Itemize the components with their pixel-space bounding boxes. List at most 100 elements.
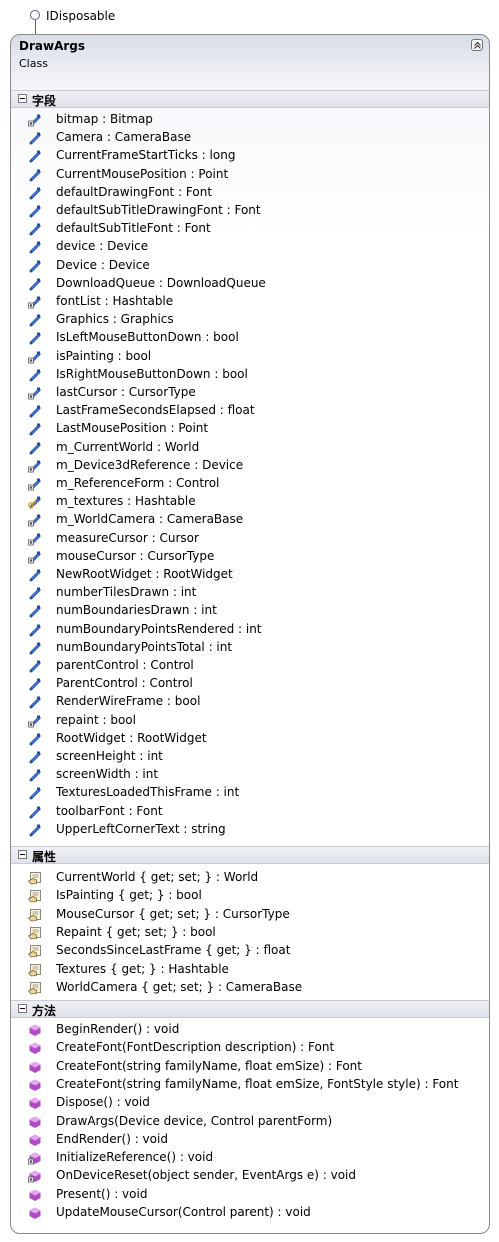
private-field-icon xyxy=(28,386,42,400)
protected-field-icon xyxy=(28,495,42,509)
class-shape[interactable]: DrawArgs Class 字段 bitmap : Bitmap Camera :… xyxy=(10,34,490,1234)
public-field-icon xyxy=(28,331,42,345)
property-label: SecondsSinceLastFrame { get; } : float xyxy=(56,943,291,958)
property-label: Repaint { get; set; } : bool xyxy=(56,924,216,939)
public-field-icon xyxy=(28,586,42,600)
public-field-icon xyxy=(28,368,42,382)
method-label: DrawArgs(Device device, Control parentFo… xyxy=(56,1113,333,1128)
private-field-icon xyxy=(28,477,42,491)
field-label: Graphics : Graphics xyxy=(56,312,174,327)
section-title: 方法 xyxy=(32,1004,57,1018)
public-field-icon xyxy=(28,186,42,200)
public-field-icon xyxy=(28,149,42,163)
collapse-chevron-icon[interactable] xyxy=(471,39,483,51)
private-field-icon xyxy=(28,532,42,546)
field-label: defaultDrawingFont : Font xyxy=(56,184,213,199)
private-method-icon xyxy=(28,1151,42,1165)
method-label: CreateFont(string familyName, float emSi… xyxy=(56,1076,459,1091)
interface-circle-icon xyxy=(30,10,40,20)
property-icon xyxy=(27,926,42,940)
field-label: RenderWireFrame : bool xyxy=(56,694,201,709)
property-icon xyxy=(27,889,42,903)
method-label: CreateFont(string familyName, float emSi… xyxy=(56,1058,362,1073)
interface-label: IDisposable xyxy=(46,9,116,23)
field-label: NewRootWidget : RootWidget xyxy=(56,567,233,581)
field-label: IsLeftMouseButtonDown : bool xyxy=(56,330,239,345)
field-label: m_WorldCamera : CameraBase xyxy=(56,512,244,527)
private-field-icon xyxy=(28,113,42,127)
field-label: Device : Device xyxy=(56,257,150,272)
public-field-icon xyxy=(28,768,42,782)
public-field-icon xyxy=(28,204,42,218)
property-icon xyxy=(27,963,42,977)
field-label: numBoundariesDrawn : int xyxy=(56,603,217,618)
class-header: DrawArgs Class xyxy=(11,35,489,85)
field-label: isPainting : bool xyxy=(56,348,152,363)
field-label: lastCursor : CursorType xyxy=(56,385,196,399)
method-label: CreateFont(FontDescription description) … xyxy=(56,1040,335,1055)
public-field-icon xyxy=(28,750,42,764)
field-label: bitmap : Bitmap xyxy=(56,112,153,126)
field-label: m_CurrentWorld : World xyxy=(56,439,200,454)
public-field-icon xyxy=(28,805,42,819)
public-field-icon xyxy=(28,131,42,145)
property-label: CurrentWorld { get; set; } : World xyxy=(56,870,259,884)
method-label: UpdateMouseCursor(Control parent) : void xyxy=(56,1205,311,1219)
field-label: CurrentMousePosition : Point xyxy=(56,166,229,181)
public-field-icon xyxy=(28,277,42,291)
public-method-icon xyxy=(28,1188,42,1202)
section-header-field[interactable]: 字段 xyxy=(11,90,489,108)
method-label: OnDeviceReset(object sender, EventArgs e… xyxy=(56,1168,357,1183)
field-label: m_textures : Hashtable xyxy=(56,494,196,509)
field-label: screenWidth : int xyxy=(56,767,159,782)
field-label: DownloadQueue : DownloadQueue xyxy=(56,275,266,290)
field-label: m_Device3dReference : Device xyxy=(56,457,244,472)
public-field-icon xyxy=(28,623,42,637)
field-label: Camera : CameraBase xyxy=(56,130,192,145)
public-field-icon xyxy=(28,422,42,436)
property-label: WorldCamera { get; set; } : CameraBase xyxy=(56,979,303,994)
field-label: LastFrameSecondsElapsed : float xyxy=(56,403,255,418)
public-method-icon xyxy=(28,1115,42,1129)
private-field-icon xyxy=(28,550,42,564)
public-field-icon xyxy=(28,732,42,746)
method-label: BeginRender() : void xyxy=(56,1022,180,1036)
public-method-icon xyxy=(28,1096,42,1110)
public-field-icon xyxy=(28,677,42,691)
property-icon xyxy=(27,981,42,995)
field-label: TexturesLoadedThisFrame : int xyxy=(56,785,240,800)
public-method-icon xyxy=(28,1078,42,1092)
field-label: IsRightMouseButtonDown : bool xyxy=(56,366,248,381)
public-field-icon xyxy=(28,695,42,709)
field-label: repaint : bool xyxy=(56,712,136,727)
public-method-icon xyxy=(28,1023,42,1037)
section-header-property[interactable]: 属性 xyxy=(11,846,489,864)
field-label: m_ReferenceForm : Control xyxy=(56,476,220,490)
field-label: LastMousePosition : Point xyxy=(56,421,209,436)
field-label: ParentControl : Control xyxy=(56,676,193,691)
field-label: toolbarFont : Font xyxy=(56,803,163,818)
private-field-icon xyxy=(28,459,42,473)
field-label: mouseCursor : CursorType xyxy=(56,548,215,563)
section-header-method[interactable]: 方法 xyxy=(11,1000,489,1018)
private-method-icon xyxy=(28,1169,42,1183)
method-label: Present() : void xyxy=(56,1186,148,1201)
private-field-icon xyxy=(28,295,42,309)
field-label: defaultSubTitleDrawingFont : Font xyxy=(56,203,261,217)
property-icon xyxy=(27,871,42,885)
field-label: fontList : Hashtable xyxy=(56,294,174,308)
collapse-toggle-icon[interactable] xyxy=(18,850,27,859)
field-label: screenHeight : int xyxy=(56,749,163,763)
public-field-icon xyxy=(28,659,42,673)
public-field-icon xyxy=(28,168,42,182)
public-field-icon xyxy=(28,641,42,655)
collapse-toggle-icon[interactable] xyxy=(18,94,27,103)
method-label: Dispose() : void xyxy=(56,1095,150,1110)
public-field-icon xyxy=(28,240,42,254)
collapse-toggle-icon[interactable] xyxy=(18,1004,27,1013)
public-field-icon xyxy=(28,313,42,327)
field-label: numBoundaryPointsTotal : int xyxy=(56,639,233,654)
public-method-icon xyxy=(28,1060,42,1074)
field-label: device : Device xyxy=(56,239,149,254)
property-icon xyxy=(27,944,42,958)
